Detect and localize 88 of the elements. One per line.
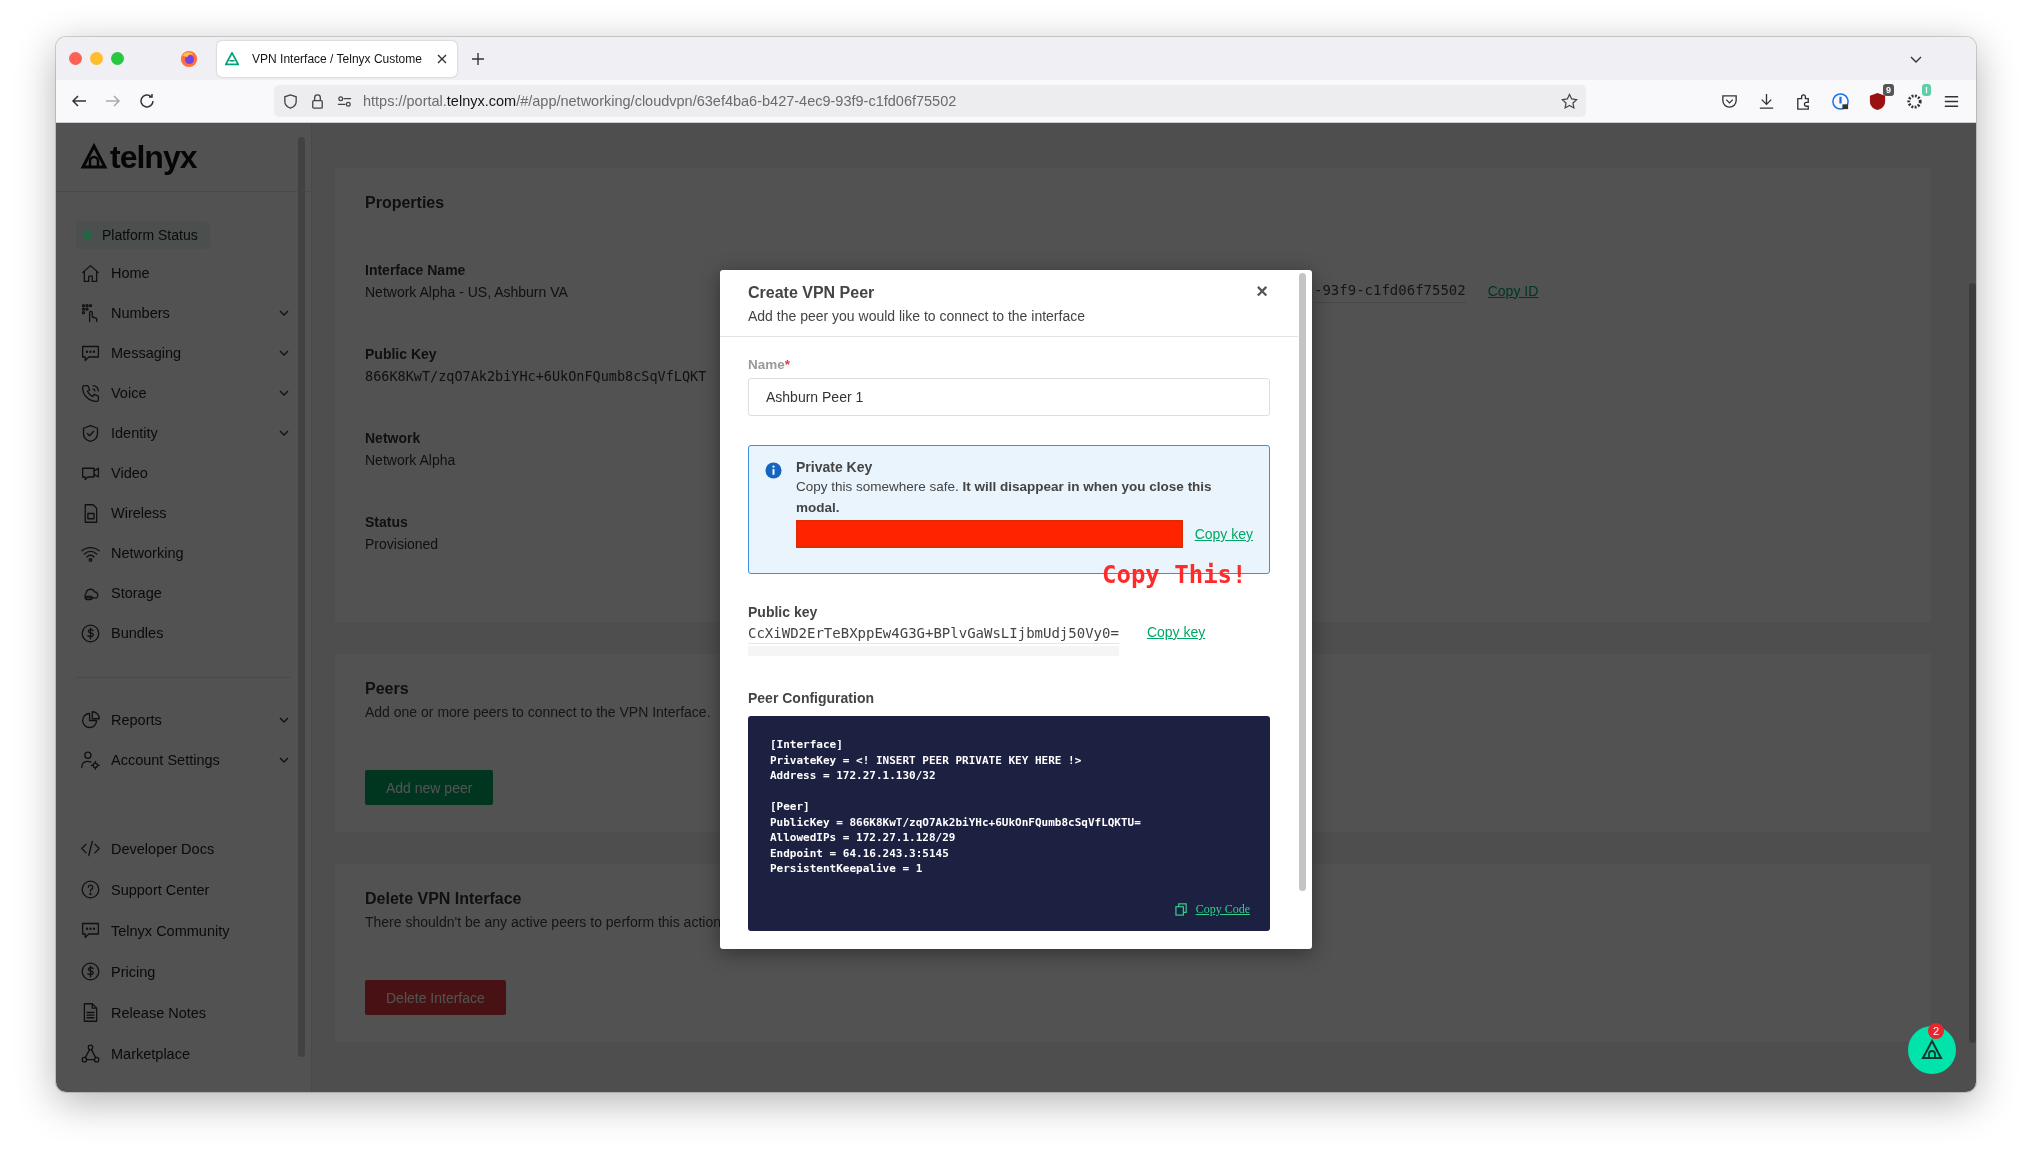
new-tab-icon[interactable] bbox=[470, 50, 486, 67]
dollar-icon bbox=[80, 961, 101, 982]
home-icon bbox=[80, 262, 101, 284]
shield-icon bbox=[80, 422, 101, 444]
modal-subtitle: Add the peer you would like to connect to the interface bbox=[748, 308, 1085, 324]
scrollbar[interactable] bbox=[1299, 273, 1306, 891]
code-line: [Peer] bbox=[770, 799, 810, 815]
shield-icon[interactable] bbox=[1868, 91, 1887, 111]
section-title: Properties bbox=[365, 194, 445, 212]
star-icon[interactable] bbox=[1561, 92, 1578, 110]
shield-icon[interactable] bbox=[282, 92, 299, 110]
gear-icon[interactable] bbox=[1905, 91, 1924, 111]
copy-id-link[interactable]: Copy ID bbox=[1487, 282, 1539, 299]
triangle-logo-icon bbox=[1920, 1038, 1944, 1062]
download-icon[interactable] bbox=[1757, 91, 1776, 111]
info-icon bbox=[765, 462, 782, 479]
code-line: PrivateKey = <! INSERT PEER PRIVATE KEY HERE !> bbox=[770, 752, 1082, 768]
reload-icon[interactable] bbox=[138, 92, 156, 110]
lock-icon[interactable] bbox=[309, 92, 326, 110]
key-lock-icon[interactable] bbox=[1831, 91, 1850, 111]
copy-key-link[interactable]: Copy key bbox=[1194, 526, 1253, 542]
platform-status-link[interactable]: Platform Status bbox=[76, 221, 210, 249]
field-label: Name* bbox=[748, 357, 791, 372]
triangle-logo-icon bbox=[225, 51, 239, 66]
public-key-value: CcXiWD2ErTeBXppEw4G3G+BPlvGaWsLIjbmUdj50Vy0= bbox=[748, 624, 1119, 656]
dollar-icon bbox=[80, 622, 101, 644]
address-bar[interactable]: https://portal.telnyx.com/#/app/networking/cloudvpn/63ef4ba6-b427-4ec9-93f9-c1fd06f75502 bbox=[274, 85, 1586, 117]
sidebar-item[interactable]: Wireless bbox=[56, 493, 310, 533]
add-peer-button[interactable]: Add new peer bbox=[365, 770, 494, 805]
sidebar-item[interactable]: Developer Docs bbox=[56, 828, 310, 869]
chat-icon bbox=[80, 920, 101, 941]
sidebar-item[interactable]: Messaging bbox=[56, 333, 310, 373]
field-label: Network bbox=[365, 430, 421, 446]
modal-title: Create VPN Peer bbox=[748, 284, 875, 302]
code-line: PublicKey = 866K8KwT/zqO7Ak2biYHc+6UkOnFQumb8cSqVfLQKTU= bbox=[770, 814, 1141, 830]
field-label: Public key bbox=[748, 604, 819, 620]
section-title: Peers bbox=[365, 680, 409, 698]
question-icon bbox=[80, 879, 101, 900]
field-label: Status bbox=[365, 514, 408, 530]
copy-code-link[interactable]: Copy Code bbox=[1195, 902, 1250, 917]
code-line: Endpoint = 64.16.243.3:5145 bbox=[770, 845, 949, 861]
alert-title: Private Key bbox=[796, 459, 874, 475]
sidebar-item[interactable]: Storage bbox=[56, 573, 310, 613]
sidebar-item[interactable]: Voice bbox=[56, 373, 310, 413]
sidebar-item[interactable]: Identity bbox=[56, 413, 310, 453]
name-input-field[interactable]: Ashburn Peer 1 bbox=[748, 378, 1270, 416]
copy-icon[interactable] bbox=[1174, 903, 1188, 916]
user-gear-icon bbox=[80, 749, 101, 771]
sidebar-item[interactable]: Telnyx Community bbox=[56, 910, 310, 951]
url-text: https://portal.telnyx.com/#/app/networking/cloudvpn/63ef4ba6-b427-4ec9-93f9-c1fd06f75502 bbox=[363, 93, 958, 109]
close-window-button[interactable] bbox=[69, 52, 82, 65]
logo-icon bbox=[80, 143, 108, 171]
sidebar-item[interactable]: Reports bbox=[56, 700, 310, 740]
phone-icon bbox=[80, 382, 101, 404]
copy-key-link[interactable]: Copy key bbox=[1146, 624, 1206, 640]
sidebar-item[interactable]: Bundles bbox=[56, 613, 310, 653]
code-line: PersistentKeepalive = 1 bbox=[770, 861, 923, 877]
sidebar-item[interactable]: Release Notes bbox=[56, 992, 310, 1033]
browser-logo-icon bbox=[180, 49, 198, 68]
scrollbar[interactable] bbox=[1969, 283, 1976, 1043]
pie-chart-icon bbox=[80, 709, 101, 731]
section-title: Delete VPN Interface bbox=[365, 890, 522, 908]
sidebar-item[interactable]: Support Center bbox=[56, 869, 310, 910]
code-line: Address = 172.27.1.130/32 bbox=[770, 768, 936, 784]
sidebar-item[interactable]: Account Settings bbox=[56, 740, 310, 780]
field-value: Provisioned bbox=[365, 536, 439, 552]
field-label: Public Key bbox=[365, 346, 437, 362]
sidebar-item[interactable]: Home bbox=[56, 253, 310, 293]
badge-count: ! bbox=[1922, 83, 1931, 96]
badge-count: 9 bbox=[1883, 83, 1894, 96]
field-label: Peer Configuration bbox=[748, 690, 874, 706]
section-description: Add one or more peers to connect to the VPN Interface. bbox=[365, 704, 711, 720]
sidebar-item[interactable]: Pricing bbox=[56, 951, 310, 992]
code-line: [Interface] bbox=[770, 737, 843, 753]
delete-button[interactable]: Delete Interface bbox=[365, 980, 506, 1015]
alert-message: Copy this somewhere safe. It will disappear in when you close this modal. bbox=[796, 478, 1213, 517]
field-label: Interface Name bbox=[365, 262, 466, 278]
interface-id-value: -93f9-c1fd06f75502 bbox=[1314, 278, 1466, 303]
sidebar-item[interactable]: Networking bbox=[56, 533, 310, 573]
browser-tab[interactable]: VPN Interface / Telnyx Custome bbox=[217, 40, 457, 77]
close-button[interactable]: × bbox=[1256, 280, 1268, 303]
sidebar-item[interactable]: Marketplace bbox=[56, 1033, 310, 1074]
nodes-icon bbox=[80, 1043, 101, 1064]
code-icon bbox=[80, 838, 101, 859]
sidebar-item[interactable]: Numbers bbox=[56, 293, 310, 333]
sidebar-item[interactable]: Video bbox=[56, 453, 310, 493]
logo-text: telnyx bbox=[110, 138, 197, 176]
code-line: AllowedIPs = 172.27.1.128/29 bbox=[770, 830, 956, 846]
